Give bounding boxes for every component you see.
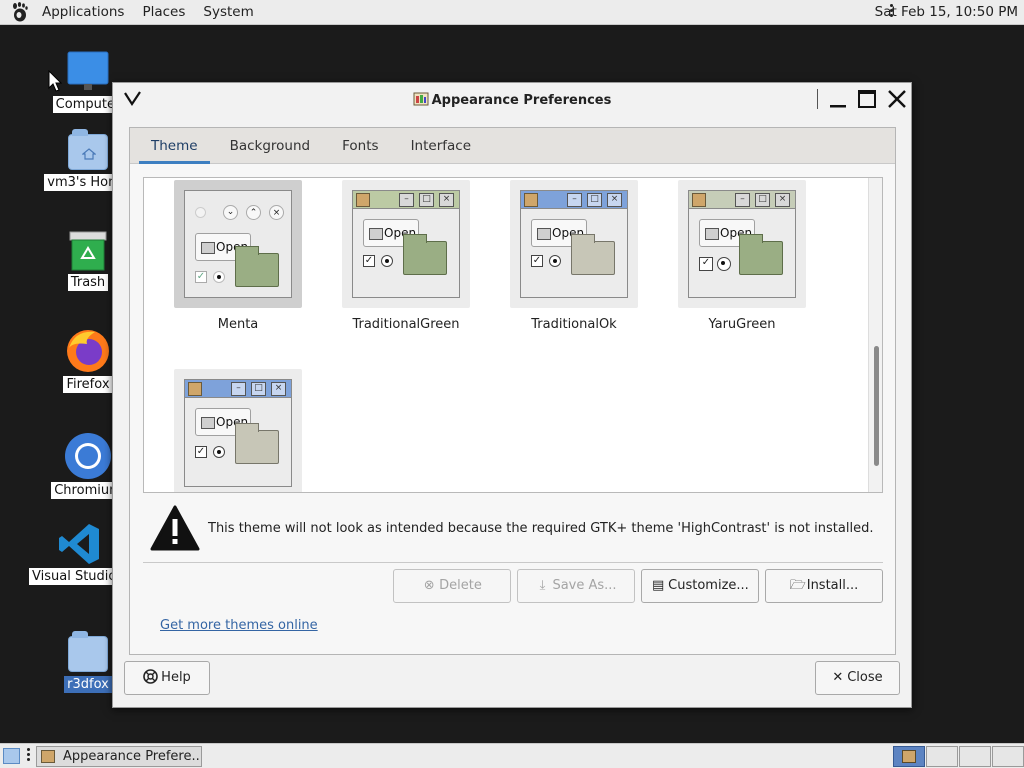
delete-icon: ⊗: [423, 578, 435, 593]
maximize-icon[interactable]: [855, 87, 879, 111]
preview-radio: [381, 255, 393, 267]
trash-icon: [69, 231, 107, 271]
preview-radio: [717, 257, 731, 271]
chevron-down-icon: ⌄: [223, 205, 238, 220]
close-window-icon[interactable]: [885, 87, 909, 111]
preview-checkbox: ✓: [699, 257, 713, 271]
window-title-text: Appearance Preferences: [431, 93, 612, 108]
bottom-panel: Appearance Prefere...: [0, 743, 1024, 768]
help-button[interactable]: Help: [124, 661, 210, 695]
more-themes-link[interactable]: Get more themes online: [160, 618, 318, 633]
titlebar-separator: [817, 89, 818, 109]
show-desktop-icon[interactable]: [3, 748, 20, 764]
scrollbar-thumb[interactable]: [874, 346, 879, 466]
theme-warning: This theme will not look as intended bec…: [150, 505, 874, 555]
top-panel: Applications Places System Sat Feb 15, 1…: [0, 0, 1024, 25]
desktop-icon-label: Trash: [67, 274, 109, 291]
desktop-icon-label: Firefox: [63, 376, 113, 393]
monitor-icon: [67, 51, 109, 90]
theme-preview: – □ × Open ✓: [184, 379, 292, 487]
theme-item-traditionalgreen[interactable]: – □ × Open ✓ TraditionalGreen: [322, 180, 490, 332]
chromium-icon: [65, 433, 111, 479]
warning-icon: [150, 505, 200, 551]
mouse-cursor-icon: [48, 70, 62, 92]
theme-preview: – □ × Open ✓: [520, 190, 628, 298]
theme-preview: – □ × Open ✓: [688, 190, 796, 298]
customize-icon: ▤: [652, 578, 665, 593]
preview-radio: [213, 446, 225, 458]
tab-background[interactable]: Background: [214, 128, 327, 163]
save-as-button[interactable]: ⤓ Save As...: [517, 569, 635, 603]
taskbar-window-button[interactable]: Appearance Prefere...: [36, 746, 202, 767]
theme-preview-frame: – □ × Open ✓: [510, 180, 638, 308]
theme-item-traditionalok[interactable]: – □ × Open ✓ TraditionalOk: [490, 180, 658, 332]
customize-button[interactable]: ▤ Customize...: [641, 569, 759, 603]
titlebar[interactable]: Appearance Preferences: [113, 83, 911, 115]
menu-system[interactable]: System: [194, 0, 262, 25]
window-title: Appearance Preferences: [113, 91, 911, 108]
preview-folder-icon: [571, 234, 615, 275]
panel-handle-icon[interactable]: [27, 748, 31, 765]
theme-item-menta[interactable]: ⌄ ⌃ × Open ✓ Menta: [154, 180, 322, 332]
preview-radio: [549, 255, 561, 267]
gnome-foot-icon[interactable]: [9, 1, 31, 23]
preview-folder-icon: [235, 246, 279, 287]
theme-preview: ⌄ ⌃ × Open ✓: [184, 190, 292, 298]
theme-name: Menta: [217, 317, 259, 332]
preview-folder-icon: [403, 234, 447, 275]
install-button[interactable]: 🗁Install...: [765, 569, 883, 603]
preview-checkbox: ✓: [363, 255, 375, 267]
close-button[interactable]: ✕ Close: [815, 661, 900, 695]
workspace-3[interactable]: [959, 746, 991, 767]
home-folder-icon: [68, 129, 108, 170]
workspace-2[interactable]: [926, 746, 958, 767]
appearance-app-icon: [413, 92, 429, 106]
tab-fonts[interactable]: Fonts: [326, 128, 394, 163]
tab-bar: Theme Background Fonts Interface: [130, 128, 895, 164]
close-icon: ✕: [832, 670, 844, 685]
theme-preview-frame: – □ × Open ✓: [678, 180, 806, 308]
desktop-icon-label: r3dfox: [64, 676, 112, 693]
preview-folder-icon: [739, 234, 783, 275]
preview-checkbox: ✓: [531, 255, 543, 267]
menu-applications[interactable]: Applications: [33, 0, 133, 25]
theme-name: YaruGreen: [708, 317, 776, 332]
content-panel: Theme Background Fonts Interface ⌄ ⌃ × O…: [129, 127, 896, 655]
warning-text: This theme will not look as intended bec…: [208, 521, 874, 536]
theme-list-scrollbar[interactable]: [868, 178, 882, 492]
folder-icon: [68, 631, 108, 672]
preview-radio: [213, 271, 225, 283]
theme-name: TraditionalOk: [531, 317, 617, 332]
appearance-app-icon: [41, 750, 55, 763]
theme-preview-frame: – □ × Open ✓: [342, 180, 470, 308]
help-icon: [143, 669, 158, 684]
tab-interface[interactable]: Interface: [395, 128, 487, 163]
workspace-1[interactable]: [893, 746, 925, 767]
appearance-preferences-window: Appearance Preferences Theme Background …: [112, 82, 912, 708]
firefox-icon: [67, 330, 109, 372]
theme-item-yarugreen[interactable]: – □ × Open ✓ YaruGreen: [658, 180, 826, 332]
vscode-icon: [59, 524, 99, 564]
menu-places[interactable]: Places: [133, 0, 194, 25]
workspace-4[interactable]: [992, 746, 1024, 767]
theme-preview-frame: ⌄ ⌃ × Open ✓: [174, 180, 302, 308]
divider: [143, 562, 883, 563]
preview-checkbox: ✓: [195, 446, 207, 458]
close-icon: ×: [269, 205, 284, 220]
tab-theme[interactable]: Theme: [135, 128, 214, 164]
theme-name: TraditionalGreen: [352, 317, 460, 332]
theme-preview-frame: – □ × Open ✓: [174, 369, 302, 492]
delete-button[interactable]: ⊗ Delete: [393, 569, 511, 603]
minimize-icon[interactable]: [826, 87, 850, 111]
chevron-up-icon: ⌃: [246, 205, 261, 220]
preview-checkbox: ✓: [195, 271, 207, 283]
folder-open-icon: 🗁: [789, 578, 806, 593]
preview-folder-icon: [235, 423, 279, 464]
theme-list[interactable]: ⌄ ⌃ × Open ✓ Menta – □ × Open ✓ Traditio…: [143, 177, 883, 493]
theme-item-highcontrast[interactable]: – □ × Open ✓: [154, 369, 322, 492]
theme-preview: – □ × Open ✓: [352, 190, 460, 298]
clock[interactable]: Sat Feb 15, 10:50 PM: [875, 0, 1018, 25]
save-icon: ⤓: [539, 578, 546, 593]
